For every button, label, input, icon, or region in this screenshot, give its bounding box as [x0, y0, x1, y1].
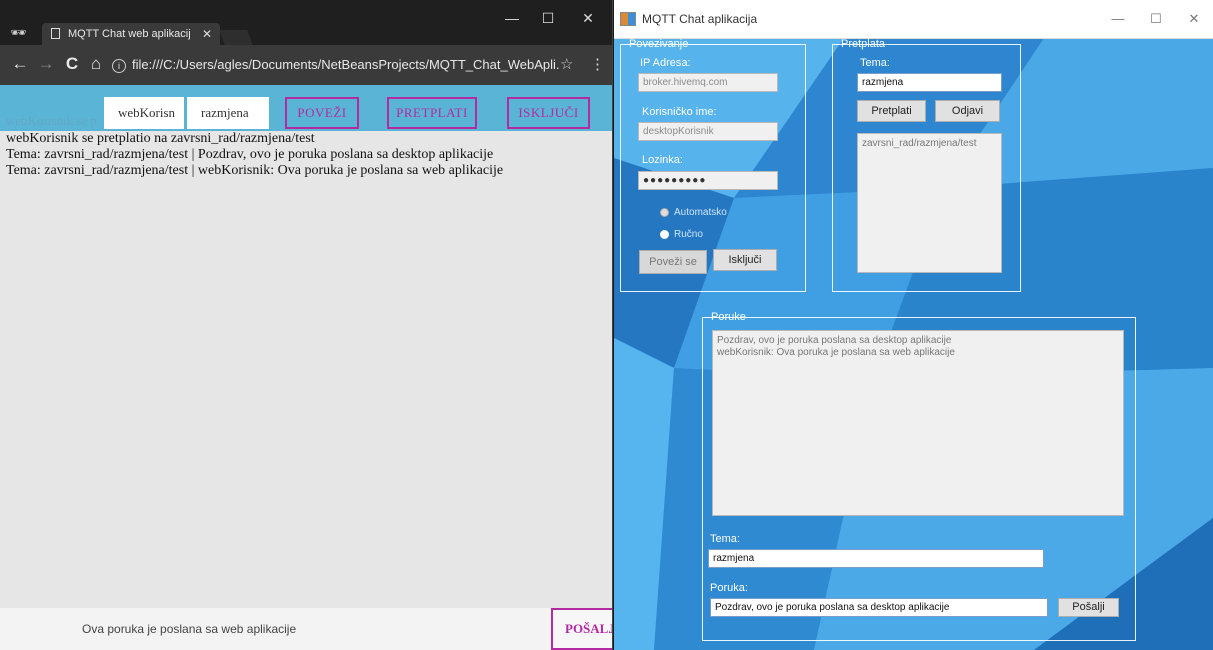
radio-automatic[interactable]: Automatsko [660, 207, 727, 218]
group-title: Povezivanje [629, 38, 689, 50]
messages-list[interactable]: Pozdrav, ovo je poruka poslana sa deskto… [712, 330, 1124, 516]
radio-circle [660, 229, 669, 239]
message-input[interactable]: Ova poruka je poslana sa web aplikacije [82, 608, 296, 650]
radio-label: Automatsko [674, 207, 727, 218]
ghost-text: webKorisnik se p [6, 113, 97, 128]
browser-window: 🕶 MQTT Chat web aplikacij ✕ — ☐ ✕ ← → C … [0, 0, 613, 650]
subscribe-button[interactable]: PRETPLATI [387, 97, 477, 129]
message-field[interactable]: Pozdrav, ovo je poruka poslana sa deskto… [710, 598, 1048, 617]
new-tab-button[interactable] [219, 30, 253, 45]
connect-button[interactable]: Poveži se [639, 250, 707, 274]
compose-bar: Ova poruka je poslana sa web aplikacije … [0, 608, 612, 650]
group-title: Poruke [711, 311, 746, 323]
disconnect-button[interactable]: Isključi [713, 249, 777, 271]
info-icon[interactable]: i [112, 58, 126, 73]
topics-list[interactable]: zavrsni_rad/razmjena/test [857, 133, 1002, 273]
home-icon[interactable]: ⌂ [84, 52, 108, 76]
web-page: webKorisnik se p webKorisn razmjena POVE… [0, 85, 612, 650]
message-line: webKorisnik se pretplatio na zavrsni_rad… [6, 131, 315, 146]
send-button[interactable]: POŠALJI [551, 608, 612, 650]
url-text: file:///C:/Users/agles/Documents/NetBean… [132, 57, 560, 72]
topic-input[interactable]: razmjena [187, 97, 269, 129]
radio-label: Ručno [674, 229, 703, 240]
username-label: Korisničko ime: [642, 106, 717, 118]
subscribe-button[interactable]: Pretplati [857, 100, 926, 122]
bookmark-star-icon[interactable]: ☆ [560, 52, 573, 78]
ip-field[interactable]: broker.hivemq.com [638, 73, 778, 92]
incognito-icon: 🕶 [10, 25, 27, 40]
minimize-icon[interactable]: — [497, 10, 527, 26]
list-item[interactable]: zavrsni_rad/razmjena/test [862, 138, 997, 150]
desktop-window: MQTT Chat aplikacija — ☐ ✕ Povezivanje I… [614, 0, 1213, 650]
message-line: Tema: zavrsni_rad/razmjena/test | webKor… [6, 163, 504, 178]
address-bar[interactable]: i file:///C:/Users/agles/Documents/NetBea… [112, 52, 560, 78]
back-icon[interactable]: ← [8, 52, 32, 76]
send-button[interactable]: Pošalji [1058, 598, 1119, 617]
maximize-icon[interactable]: ☐ [1138, 0, 1174, 38]
radio-manual[interactable]: Ručno [660, 229, 703, 240]
topic-label: Tema: [710, 533, 740, 545]
list-item: Pozdrav, ovo je poruka poslana sa deskto… [717, 335, 952, 346]
topic-field[interactable]: razmjena [857, 73, 1002, 92]
unsubscribe-button[interactable]: Odjavi [935, 100, 1000, 122]
minimize-icon[interactable]: — [1100, 0, 1136, 38]
browser-tab[interactable]: MQTT Chat web aplikacij ✕ [42, 23, 220, 45]
maximize-icon[interactable]: ☐ [533, 10, 563, 27]
username-field[interactable]: desktopKorisnik [638, 122, 778, 141]
message-line: Tema: zavrsni_rad/razmjena/test | Pozdra… [6, 147, 494, 162]
window-title: MQTT Chat aplikacija [642, 12, 758, 26]
username-input[interactable]: webKorisn [104, 97, 184, 129]
topic-label: Tema: [860, 57, 890, 69]
ip-label: IP Adresa: [640, 57, 691, 69]
message-log: webKorisnik se pretplatio na zavrsni_rad… [6, 131, 606, 179]
reload-icon[interactable]: C [60, 52, 84, 76]
tab-title: MQTT Chat web aplikacij [68, 28, 191, 40]
radio-circle [660, 207, 669, 217]
password-field[interactable]: ●●●●●●●●● [638, 171, 778, 190]
forward-icon[interactable]: → [34, 52, 58, 76]
disconnect-button[interactable]: ISKLJUČI [507, 97, 590, 129]
menu-icon[interactable]: ⋮ [590, 52, 605, 78]
close-icon[interactable]: ✕ [573, 10, 603, 27]
send-topic-field[interactable]: razmjena [708, 549, 1044, 568]
tab-close-icon[interactable]: ✕ [202, 23, 212, 45]
connect-button[interactable]: POVEŽI [285, 97, 359, 129]
page-icon [51, 28, 60, 39]
password-label: Lozinka: [642, 154, 683, 166]
close-icon[interactable]: ✕ [1176, 0, 1212, 38]
app-icon [620, 12, 636, 26]
message-label: Poruka: [710, 582, 748, 594]
group-title: Pretplata [841, 38, 886, 50]
list-item: webKorisnik: Ova poruka je poslana sa we… [717, 347, 955, 358]
